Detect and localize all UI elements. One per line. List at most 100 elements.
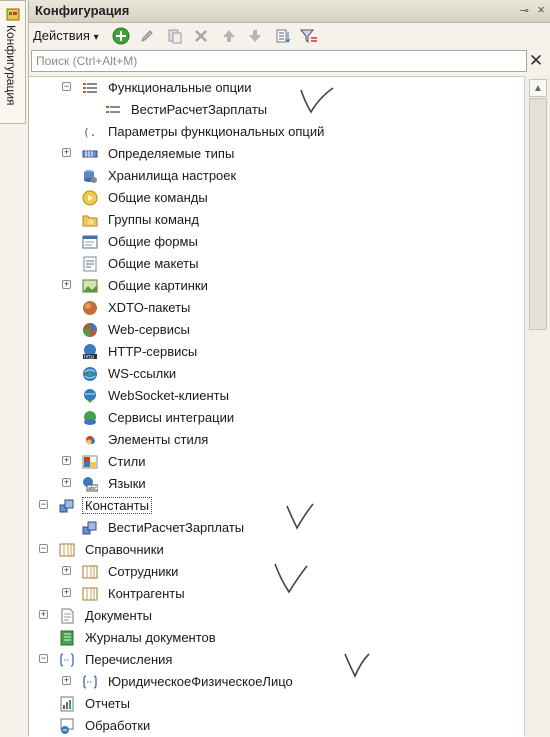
scroll-thumb[interactable] — [529, 98, 547, 330]
common-commands-icon — [82, 190, 98, 206]
actions-label: Действия — [33, 28, 90, 43]
scroll-up-icon[interactable]: ▲ — [529, 79, 547, 97]
tree-item-label: ВестиРасчетЗарплаты — [108, 520, 245, 535]
expand-icon[interactable]: + — [62, 478, 71, 487]
tree-row[interactable]: Группы команд — [29, 209, 524, 231]
clear-search-icon[interactable]: ✕ — [527, 52, 545, 70]
xdto-packages-icon — [83, 301, 97, 315]
tree-row[interactable]: (..) Параметры функциональных опций — [29, 121, 524, 143]
collapse-icon[interactable]: − — [39, 544, 48, 553]
add-button[interactable] — [111, 26, 131, 46]
catalog-icon — [82, 587, 98, 601]
config-tab-label: Конфигурация — [4, 25, 18, 106]
tree-row[interactable]: + Стили — [29, 451, 524, 473]
tree-row[interactable]: − Функциональные опции — [29, 77, 524, 99]
tree-row[interactable]: Обработки — [29, 715, 524, 737]
delete-button[interactable] — [191, 26, 211, 46]
tree-item-label: Документы — [85, 608, 153, 623]
tree-row[interactable]: ВестиРасчетЗарплаты — [29, 517, 524, 539]
edit-button[interactable] — [137, 26, 157, 46]
tree-item-label: Стили — [108, 454, 146, 469]
panel-title-bar: Конфигурация ⊸ × — [29, 0, 550, 23]
expand-icon[interactable]: + — [62, 148, 71, 157]
tree-row[interactable]: + Документы — [29, 605, 524, 627]
filter-button[interactable] — [299, 26, 319, 46]
tree-item-label: Определяемые типы — [108, 146, 235, 161]
config-side-tab[interactable]: Конфигурация — [0, 0, 26, 124]
tree-item-label: WebSocket-клиенты — [108, 388, 229, 403]
sort-button[interactable] — [273, 26, 293, 46]
tree-item-label: Элементы стиля — [108, 432, 209, 447]
tree-item-label: Хранилища настроек — [108, 168, 237, 183]
add-icon — [112, 27, 130, 45]
web-services-icon — [83, 323, 97, 337]
documents-icon — [61, 608, 74, 624]
styles-icon — [82, 455, 98, 469]
tree-row[interactable]: Web-сервисы — [29, 319, 524, 341]
tree-row[interactable]: − Справочники — [29, 539, 524, 561]
tree-item-label: Журналы документов — [85, 630, 216, 645]
tree-row[interactable]: WebSocket-клиенты — [29, 385, 524, 407]
tree-item-label: Отчеты — [85, 696, 130, 711]
tree-row[interactable]: Элементы стиля — [29, 429, 524, 451]
functional-options-icon — [83, 83, 97, 93]
vertical-scrollbar[interactable]: ▲ — [524, 76, 550, 736]
close-icon[interactable]: × — [537, 2, 545, 17]
tree-row[interactable]: + Сотрудники — [29, 561, 524, 583]
tree-row[interactable]: Общие команды — [29, 187, 524, 209]
expand-icon[interactable]: + — [62, 280, 71, 289]
tree-row[interactable]: Общие формы — [29, 231, 524, 253]
collapse-icon[interactable]: − — [62, 82, 71, 91]
collapse-icon[interactable]: − — [39, 654, 48, 663]
tree-row[interactable]: WS-ссылки — [29, 363, 524, 385]
defined-types-icon — [82, 150, 98, 158]
metadata-tree: − Функциональные опции ВестиРасчетЗарплаты… — [29, 76, 524, 737]
expand-icon[interactable]: + — [62, 566, 71, 575]
tree-row[interactable]: Журналы документов — [29, 627, 524, 649]
tree-row[interactable]: + Общие картинки — [29, 275, 524, 297]
tree-item-label: Общие команды — [108, 190, 208, 205]
move-up-button[interactable] — [219, 26, 239, 46]
tree-row[interactable]: Хранилища настроек — [29, 165, 524, 187]
expand-icon[interactable]: + — [62, 456, 71, 465]
websocket-clients-icon — [84, 389, 96, 403]
enums-icon — [60, 653, 74, 667]
copy-button[interactable] — [165, 26, 185, 46]
expand-icon[interactable]: + — [62, 676, 71, 685]
config-tab-icon — [6, 8, 20, 21]
tree-row[interactable]: Общие макеты — [29, 253, 524, 275]
tree-item-label: Контрагенты — [108, 586, 185, 601]
tree-item-label: Параметры функциональных опций — [108, 124, 325, 139]
tree-row[interactable]: − Константы — [29, 495, 524, 517]
svg-text:http: http — [84, 355, 94, 361]
tree-row[interactable]: − Перечисления — [29, 649, 524, 671]
tree-row[interactable]: ВестиРасчетЗарплаты — [29, 99, 524, 121]
move-down-button[interactable] — [245, 26, 265, 46]
style-items-icon — [86, 436, 95, 445]
constant-icon — [82, 521, 97, 535]
tree-row[interactable]: + abc Языки — [29, 473, 524, 495]
tree-item-label: Общие макеты — [108, 256, 199, 271]
pin-icon[interactable]: ⊸ — [520, 4, 529, 17]
expand-icon[interactable]: + — [62, 588, 71, 597]
tree-item-label: Сервисы интеграции — [108, 410, 235, 425]
tree-item-label: Общие формы — [108, 234, 198, 249]
expand-icon[interactable]: + — [39, 610, 48, 619]
tree-row[interactable]: XDTO-пакеты — [29, 297, 524, 319]
tree-item-label: Языки — [108, 476, 146, 491]
settings-storage-icon — [84, 170, 97, 183]
svg-text:abc: abc — [88, 486, 97, 492]
search-input[interactable]: Поиск (Ctrl+Alt+M) — [31, 50, 527, 72]
tree-row[interactable]: + Определяемые типы — [29, 143, 524, 165]
tree-item-label: WS-ссылки — [108, 366, 177, 381]
tree-row[interactable]: Сервисы интеграции — [29, 407, 524, 429]
tree-row[interactable]: + Контрагенты — [29, 583, 524, 605]
actions-menu-button[interactable]: Действия ▾ — [33, 28, 99, 43]
delete-icon — [195, 30, 207, 42]
tree-row[interactable]: + ЮридическоеФизическоеЛицо — [29, 671, 524, 693]
tree-item-label: Функциональные опции — [108, 80, 252, 95]
tree-row[interactable]: http HTTP-сервисы — [29, 341, 524, 363]
tree-row[interactable]: Отчеты — [29, 693, 524, 715]
collapse-icon[interactable]: − — [39, 500, 48, 509]
arrow-down-icon — [249, 30, 261, 42]
